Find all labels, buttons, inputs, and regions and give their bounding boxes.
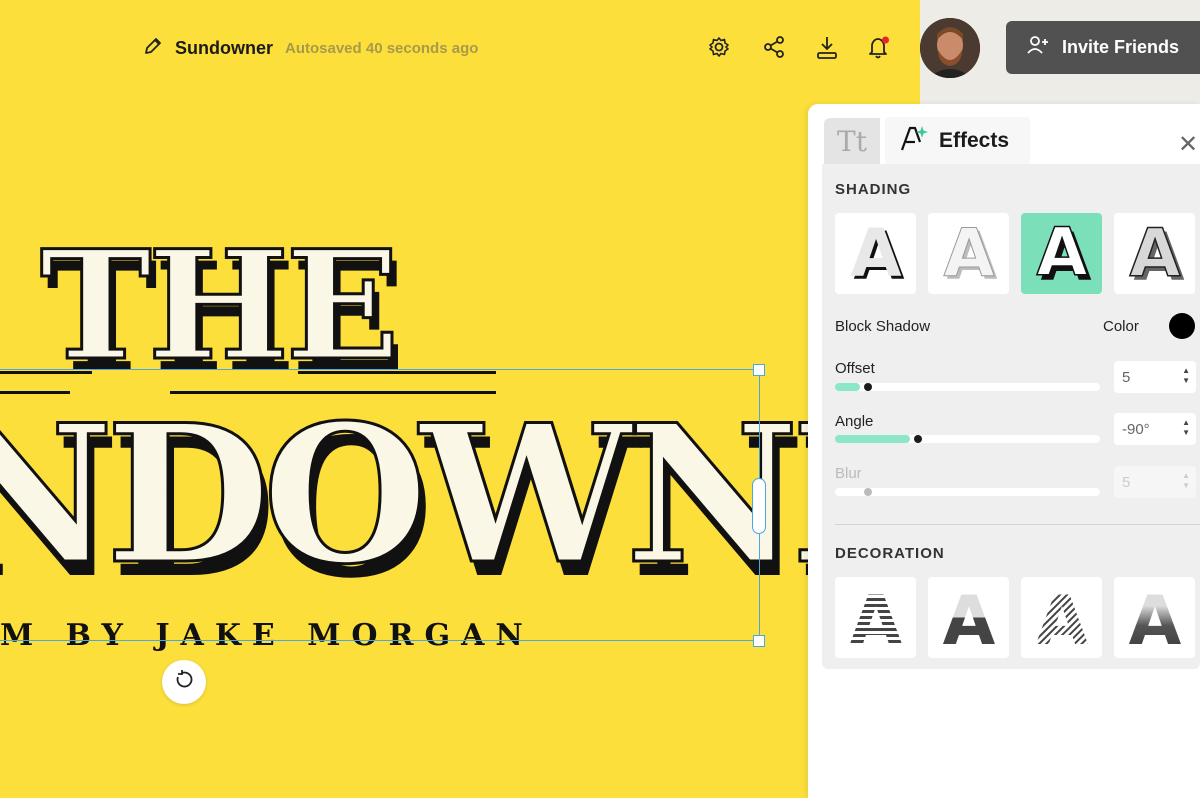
invite-friends-label: Invite Friends bbox=[1062, 37, 1180, 57]
shading-heading: SHADING bbox=[835, 181, 912, 198]
resize-handle-right[interactable] bbox=[752, 478, 766, 534]
shading-option-2[interactable]: AA bbox=[928, 213, 1009, 294]
document-title-bar: Sundowner Autosaved 40 seconds ago bbox=[143, 36, 478, 61]
svg-text:A: A bbox=[1129, 222, 1180, 286]
avatar[interactable] bbox=[920, 18, 980, 78]
svg-text:A: A bbox=[849, 586, 902, 650]
svg-text:A: A bbox=[943, 222, 994, 286]
tab-effects[interactable]: Effects bbox=[885, 117, 1030, 164]
stepper-arrows-icon: ▲ ▼ bbox=[1182, 471, 1190, 490]
selection-box bbox=[0, 369, 760, 641]
decoration-option-3[interactable]: A bbox=[1021, 577, 1102, 658]
shadow-color-swatch[interactable] bbox=[1169, 313, 1195, 339]
angle-slider-fill bbox=[835, 435, 910, 443]
blur-slider-knob bbox=[864, 488, 872, 496]
effects-icon bbox=[899, 124, 929, 158]
tab-text[interactable]: Tt bbox=[824, 118, 880, 164]
blur-value: 5 bbox=[1122, 473, 1131, 491]
blur-slider bbox=[835, 488, 1100, 496]
svg-text:A: A bbox=[1035, 586, 1088, 650]
title-word-the[interactable]: THE bbox=[39, 217, 402, 396]
angle-stepper[interactable]: -90° ▲ ▼ bbox=[1114, 413, 1196, 445]
autosave-status: Autosaved 40 seconds ago bbox=[285, 40, 479, 57]
svg-text:A: A bbox=[850, 222, 901, 286]
shading-option-4[interactable]: AA bbox=[1114, 213, 1195, 294]
add-user-icon bbox=[1026, 33, 1050, 62]
document-title[interactable]: Sundowner bbox=[175, 38, 273, 59]
bell-icon[interactable] bbox=[866, 34, 892, 60]
stepper-arrows-icon[interactable]: ▲ ▼ bbox=[1182, 366, 1190, 386]
offset-slider[interactable] bbox=[835, 383, 1100, 391]
stepper-arrows-icon[interactable]: ▲ ▼ bbox=[1182, 418, 1190, 438]
svg-text:A: A bbox=[1036, 222, 1087, 286]
svg-text:A: A bbox=[942, 586, 995, 650]
angle-slider[interactable] bbox=[835, 435, 1100, 443]
decoration-heading: DECORATION bbox=[835, 545, 945, 562]
offset-slider-knob[interactable] bbox=[864, 383, 872, 391]
decoration-option-1[interactable]: A bbox=[835, 577, 916, 658]
angle-label: Angle bbox=[835, 413, 874, 430]
shading-option-3[interactable]: AA bbox=[1021, 213, 1102, 294]
blur-label: Blur bbox=[835, 465, 862, 482]
tab-effects-label: Effects bbox=[939, 128, 1010, 152]
shading-option-1[interactable]: AA bbox=[835, 213, 916, 294]
angle-slider-knob[interactable] bbox=[914, 435, 922, 443]
svg-text:A: A bbox=[1128, 586, 1181, 650]
decoration-option-4[interactable]: A bbox=[1114, 577, 1195, 658]
download-icon[interactable] bbox=[815, 34, 839, 60]
angle-value: -90° bbox=[1122, 420, 1150, 438]
share-icon[interactable] bbox=[762, 35, 786, 59]
resize-handle-bottom-right[interactable] bbox=[753, 635, 765, 647]
offset-label: Offset bbox=[835, 360, 875, 377]
decoration-option-2[interactable]: A bbox=[928, 577, 1009, 658]
offset-stepper[interactable]: 5 ▲ ▼ bbox=[1114, 361, 1196, 393]
close-icon[interactable]: ✕ bbox=[1178, 130, 1198, 159]
offset-slider-fill bbox=[835, 383, 860, 391]
resize-handle-top-right[interactable] bbox=[753, 364, 765, 376]
offset-value: 5 bbox=[1122, 368, 1131, 386]
color-label: Color bbox=[1103, 318, 1139, 335]
rotate-button[interactable] bbox=[162, 660, 206, 704]
invite-friends-button[interactable]: Invite Friends bbox=[1006, 21, 1200, 74]
rotate-icon bbox=[173, 669, 195, 696]
block-shadow-label: Block Shadow bbox=[835, 318, 931, 335]
blur-stepper: 5 ▲ ▼ bbox=[1114, 466, 1196, 498]
gear-icon[interactable] bbox=[708, 36, 730, 58]
section-divider bbox=[835, 524, 1200, 525]
pencil-icon[interactable] bbox=[143, 36, 163, 61]
